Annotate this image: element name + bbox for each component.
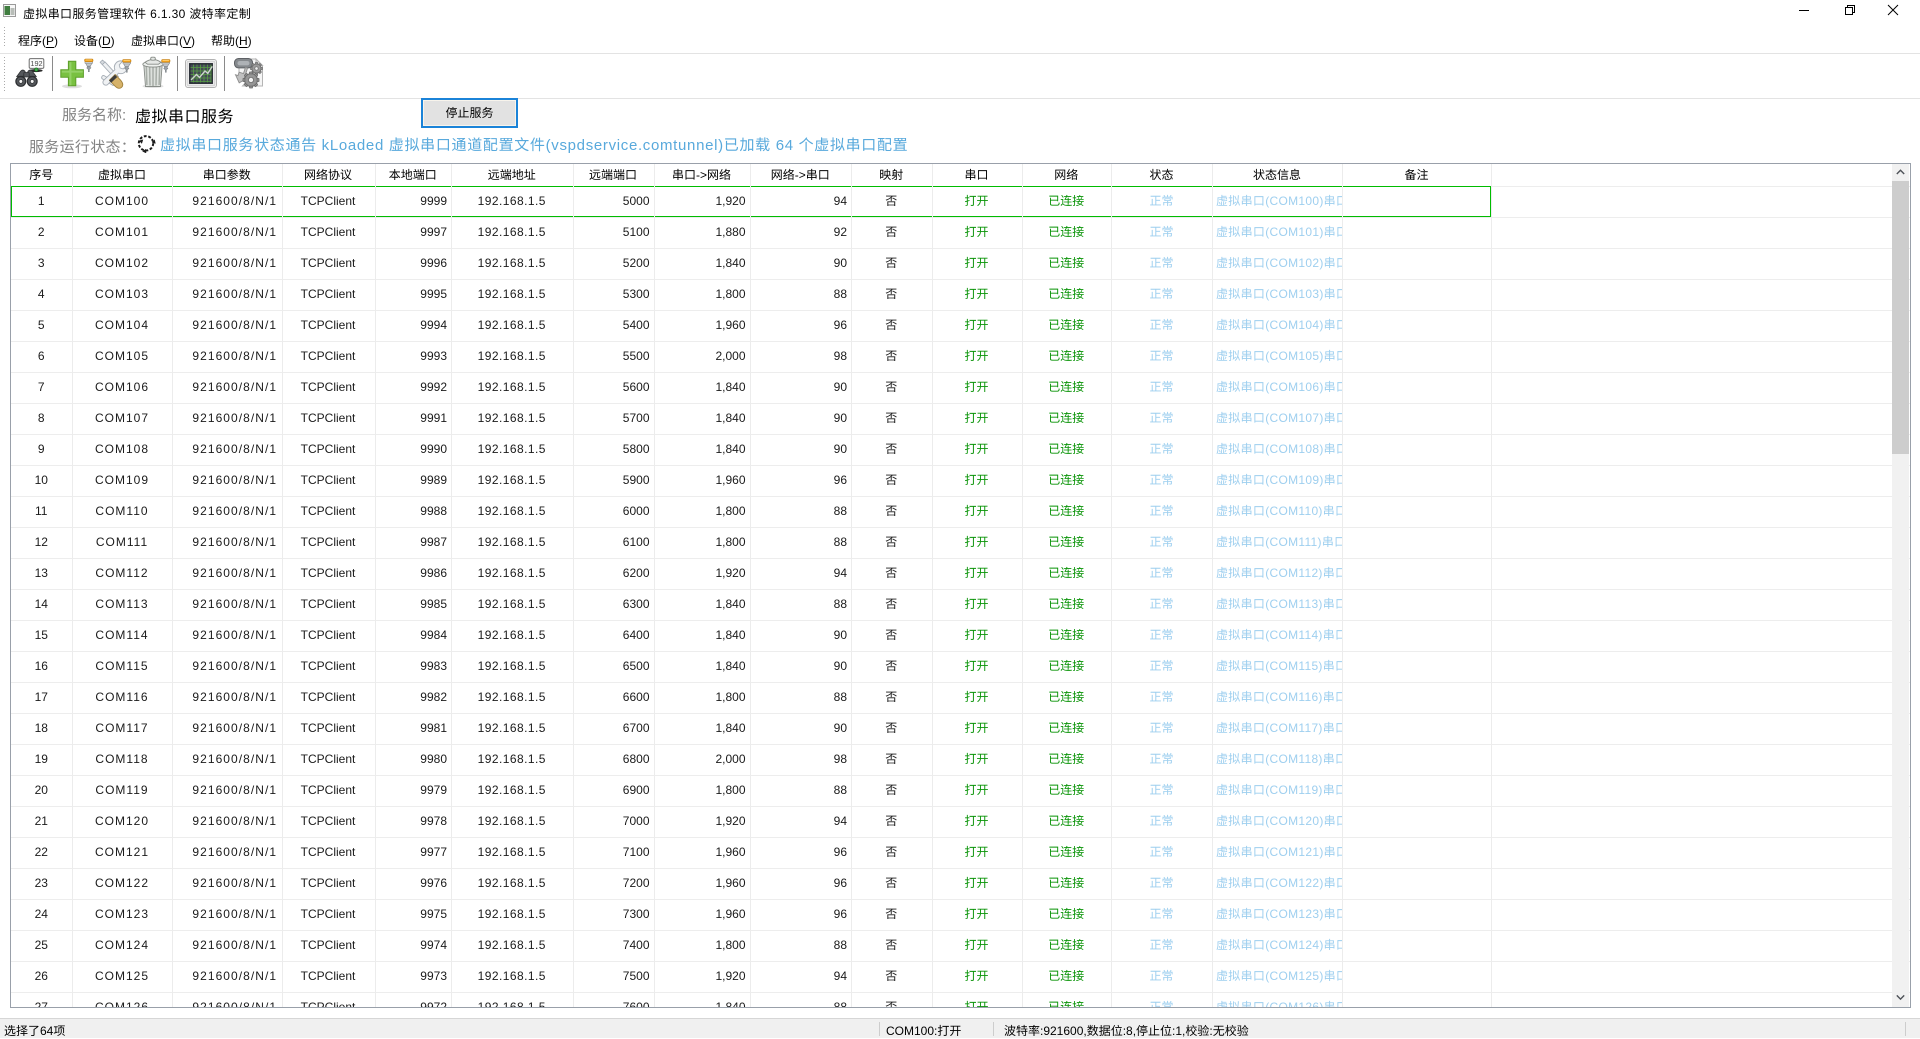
svg-text:192: 192 [30, 59, 42, 68]
